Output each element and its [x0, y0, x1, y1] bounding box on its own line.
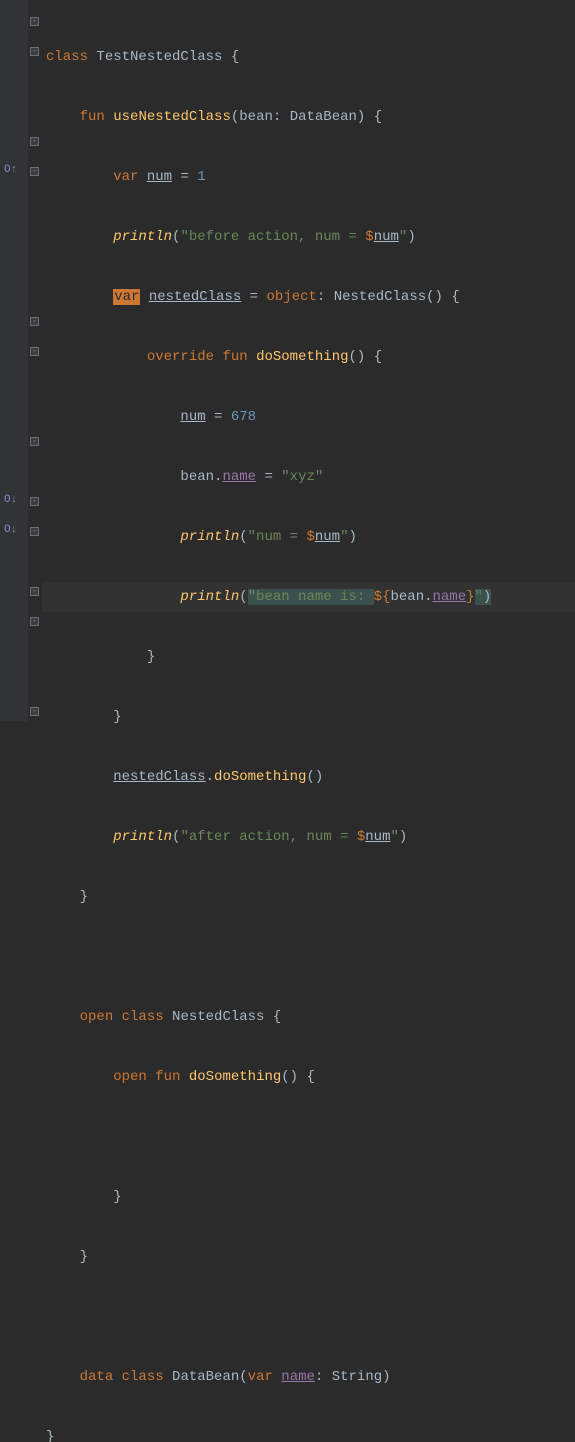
code-line[interactable]: } [42, 1182, 575, 1212]
override-down-icon[interactable]: O↓ [4, 494, 17, 506]
fold-column: - - - - - - - - - - - - [28, 0, 42, 721]
fold-toggle[interactable]: - [30, 317, 39, 326]
code-line[interactable]: fun useNestedClass(bean: DataBean) { [42, 102, 575, 132]
fold-toggle[interactable]: - [30, 347, 39, 356]
code-line[interactable]: println("before action, num = $num") [42, 222, 575, 252]
fold-toggle[interactable]: - [30, 47, 39, 56]
fold-toggle[interactable]: - [30, 497, 39, 506]
fold-toggle[interactable]: - [30, 437, 39, 446]
code-line[interactable]: var nestedClass = object: NestedClass() … [42, 282, 575, 312]
code-line[interactable]: nestedClass.doSomething() [42, 762, 575, 792]
override-down-icon-2[interactable]: O↓ [4, 524, 17, 536]
code-line[interactable]: } [42, 642, 575, 672]
fold-toggle[interactable]: - [30, 527, 39, 536]
code-line[interactable]: } [42, 1242, 575, 1272]
override-up-icon[interactable]: O↑ [4, 164, 17, 176]
code-line[interactable]: println("num = $num") [42, 522, 575, 552]
fold-toggle[interactable]: - [30, 17, 39, 26]
code-line[interactable]: open class NestedClass { [42, 1002, 575, 1032]
code-line[interactable]: open fun doSomething() { [42, 1062, 575, 1092]
fold-toggle[interactable]: - [30, 617, 39, 626]
code-line[interactable]: } [42, 882, 575, 912]
fold-toggle[interactable]: - [30, 167, 39, 176]
code-line[interactable]: data class DataBean(var name: String) [42, 1362, 575, 1392]
code-line-current[interactable]: println("bean name is: ${bean.name}") [42, 582, 575, 612]
code-line[interactable] [42, 942, 575, 972]
fold-toggle[interactable]: - [30, 587, 39, 596]
code-line[interactable]: bean.name = "xyz" [42, 462, 575, 492]
code-line[interactable]: class TestNestedClass { [42, 42, 575, 72]
code-line[interactable]: var num = 1 [42, 162, 575, 192]
fold-toggle[interactable]: - [30, 137, 39, 146]
code-line[interactable]: } [42, 702, 575, 732]
code-line[interactable] [42, 1122, 575, 1152]
code-line[interactable]: num = 678 [42, 402, 575, 432]
code-line[interactable]: override fun doSomething() { [42, 342, 575, 372]
code-line[interactable]: } [42, 1422, 575, 1442]
code-line[interactable] [42, 1302, 575, 1332]
gutter: O↑ O↓ O↓ [0, 0, 28, 721]
fold-toggle[interactable]: - [30, 707, 39, 716]
code-line[interactable]: println("after action, num = $num") [42, 822, 575, 852]
code-editor[interactable]: class TestNestedClass { fun useNestedCla… [42, 0, 575, 1442]
